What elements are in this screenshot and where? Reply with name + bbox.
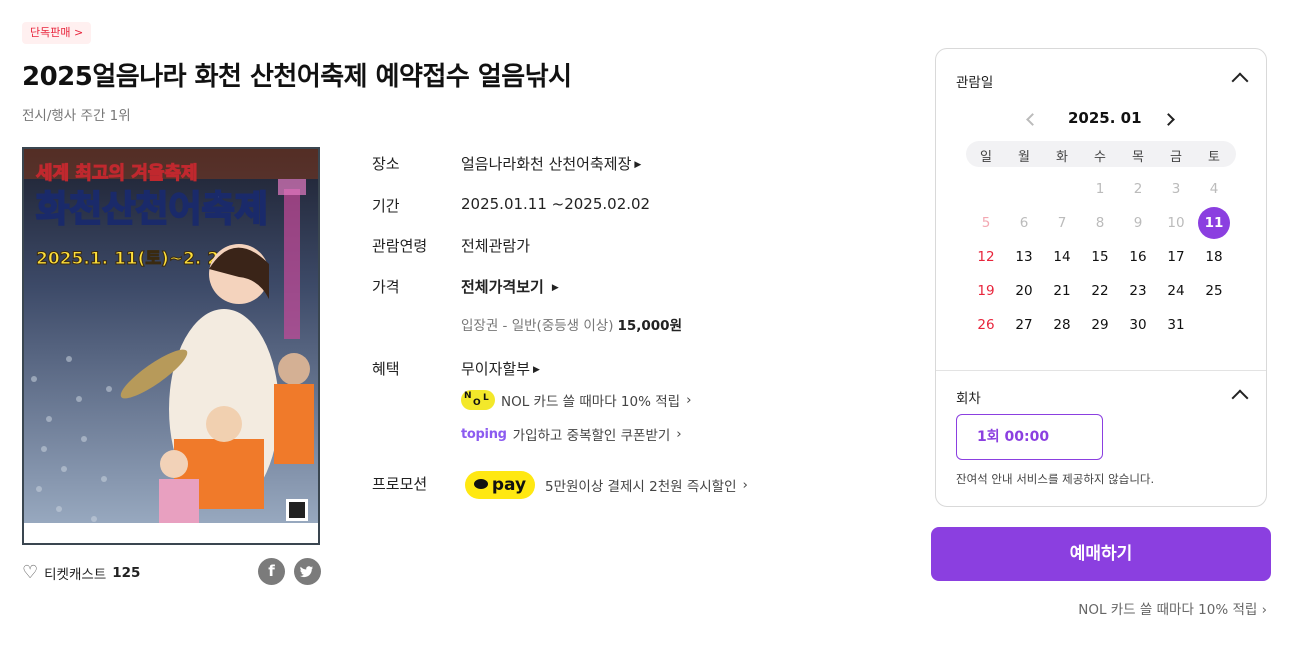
chevron-right-icon: › <box>742 477 748 493</box>
calendar-day: 1 <box>1095 181 1105 197</box>
facebook-share-button[interactable]: f <box>258 558 285 585</box>
installment-text: 무이자할부 <box>461 360 531 378</box>
twitter-share-button[interactable] <box>294 558 321 585</box>
weekday-label: 수 <box>1094 150 1106 165</box>
calendar-day[interactable]: 29 <box>1084 309 1116 341</box>
calendar-day[interactable]: 30 <box>1122 309 1154 341</box>
nol-logo-icon: NOL <box>461 390 495 410</box>
calendar-day[interactable]: 13 <box>1008 241 1040 273</box>
calendar-day[interactable]: 14 <box>1046 241 1078 273</box>
page-title: 2025얼음나라 화천 산천어축제 예약접수 얼음낚시 <box>22 62 572 92</box>
place-label: 장소 <box>372 155 400 173</box>
calendar-day[interactable]: 16 <box>1122 241 1154 273</box>
all-prices-link[interactable]: 전체가격보기 ▶ <box>461 276 559 297</box>
weekday-label: 월 <box>1018 150 1030 165</box>
booking-panel: 관람일 2025. 01 일월화수목금토 1 2 3 4 5 6 7 8 9 10 11 12 13 14… <box>935 48 1267 507</box>
exclusive-sale-badge[interactable]: 단독판매 > <box>22 22 92 44</box>
reserve-button[interactable]: 예매하기 <box>931 527 1271 581</box>
calendar-day[interactable]: 15 <box>1084 241 1116 273</box>
age-value: 전체관람가 <box>461 237 531 255</box>
calendar-day[interactable]: 18 <box>1198 241 1230 273</box>
nol-card-benefit[interactable]: NOL NOL 카드 쓸 때마다 10% 적립 › <box>461 390 691 410</box>
calendar-day: 8 <box>1095 215 1105 231</box>
collapse-session-chevron-icon[interactable] <box>1231 389 1249 407</box>
ranking-text[interactable]: 전시/행사 주간 1위 <box>22 104 131 124</box>
weekday-label: 목 <box>1132 150 1144 165</box>
poster-line1: 세계 최고의 겨울축제 <box>36 163 198 184</box>
calendar-day[interactable]: 22 <box>1084 275 1116 307</box>
calendar-day[interactable]: 19 <box>970 275 1002 307</box>
promo-label: 프로모션 <box>372 475 428 493</box>
calendar-day: 2 <box>1133 181 1143 197</box>
calendar-month: 2025. 01 <box>1068 109 1142 127</box>
toping-benefit[interactable]: toping 가입하고 중복할인 쿠폰받기 › <box>461 424 682 444</box>
price-type: 입장권 - 일반(중등생 이상) <box>461 318 614 334</box>
price-detail: 입장권 - 일반(중등생 이상) 15,000원 <box>461 314 682 334</box>
calendar-day[interactable]: 17 <box>1160 241 1192 273</box>
calendar-day[interactable]: 28 <box>1046 309 1078 341</box>
triangle-right-icon: ▶ <box>551 283 559 293</box>
like-button[interactable]: ♡ 티켓캐스트 125 <box>22 562 141 584</box>
triangle-right-icon: ▶ <box>533 365 540 375</box>
nol-promo-text: NOL 카드 쓸 때마다 10% 적립 <box>1078 602 1258 618</box>
price-amount: 15,000원 <box>617 318 682 334</box>
place-link[interactable]: 얼음나라화천 산천어축제장 ▶ <box>461 153 641 174</box>
calendar-day: 4 <box>1209 181 1219 197</box>
period-value: 2025.01.11 ~2025.02.02 <box>461 195 651 213</box>
calendar-day[interactable]: 12 <box>970 241 1002 273</box>
heart-icon: ♡ <box>22 562 39 583</box>
chevron-right-icon: › <box>1261 602 1267 618</box>
collapse-date-chevron-icon[interactable] <box>1231 72 1249 90</box>
weekday-label: 토 <box>1208 150 1220 165</box>
next-month-chevron-icon[interactable] <box>1162 113 1175 126</box>
session-option-button[interactable]: 1회 00:00 <box>956 414 1103 460</box>
installment-link[interactable]: 무이자할부 ▶ <box>461 358 540 379</box>
twitter-bird-icon <box>300 566 313 578</box>
all-prices-text: 전체가격보기 <box>461 278 544 296</box>
calendar-day: 6 <box>1019 215 1029 231</box>
calendar-day[interactable]: 27 <box>1008 309 1040 341</box>
calendar-day[interactable]: 21 <box>1046 275 1078 307</box>
calendar-day: 7 <box>1057 215 1067 231</box>
place-value: 얼음나라화천 산천어축제장 <box>461 155 632 173</box>
calendar-day[interactable]: 26 <box>970 309 1002 341</box>
calendar-day[interactable]: 24 <box>1160 275 1192 307</box>
calendar-day: 5 <box>981 215 991 231</box>
session-note: 잔여석 안내 서비스를 제공하지 않습니다. <box>956 472 1155 486</box>
calendar-day: 10 <box>1167 215 1185 231</box>
calendar-day[interactable]: 25 <box>1198 275 1230 307</box>
kakaopay-promo[interactable]: pay 5만원이상 결제시 2천원 즉시할인 › <box>465 471 748 499</box>
age-label: 관람연령 <box>372 237 428 255</box>
promo-text: 5만원이상 결제시 2천원 즉시할인 <box>545 479 737 495</box>
weekday-label: 화 <box>1056 150 1068 165</box>
calendar-day[interactable]: 31 <box>1160 309 1192 341</box>
calendar-day-selected[interactable]: 11 <box>1198 207 1230 239</box>
prev-month-chevron-icon[interactable] <box>1026 113 1039 126</box>
chevron-right-icon: › <box>686 392 692 408</box>
benefit-label: 혜택 <box>372 360 400 378</box>
nol-card-promo-link[interactable]: NOL 카드 쓸 때마다 10% 적립 › <box>1078 598 1267 618</box>
nol-benefit-text: NOL 카드 쓸 때마다 10% 적립 <box>501 394 681 410</box>
weekday-label: 일 <box>980 150 992 165</box>
price-label: 가격 <box>372 278 400 296</box>
calendar-day: 3 <box>1171 181 1181 197</box>
triangle-right-icon: ▶ <box>634 160 642 170</box>
divider <box>936 370 1266 371</box>
event-poster: 세계 최고의 겨울축제 화천산천어축제 2025.1. 11(토)~2. 2(일… <box>22 147 320 545</box>
weekday-label: 금 <box>1170 150 1182 165</box>
toping-benefit-text: 가입하고 중복할인 쿠폰받기 <box>512 428 671 444</box>
like-label: 티켓캐스트 <box>44 567 107 583</box>
calendar-day[interactable]: 23 <box>1122 275 1154 307</box>
like-count: 125 <box>112 565 141 581</box>
calendar-day: 9 <box>1133 215 1143 231</box>
poster-line2: 화천산천어축제 <box>36 189 268 230</box>
session-section-header: 회차 <box>956 391 981 407</box>
date-section-header: 관람일 <box>956 75 994 91</box>
kakaopay-logo-icon: pay <box>465 471 535 499</box>
calendar-day[interactable]: 20 <box>1008 275 1040 307</box>
chevron-right-icon: › <box>676 426 682 442</box>
period-label: 기간 <box>372 197 400 215</box>
toping-logo-icon: toping <box>461 426 507 442</box>
